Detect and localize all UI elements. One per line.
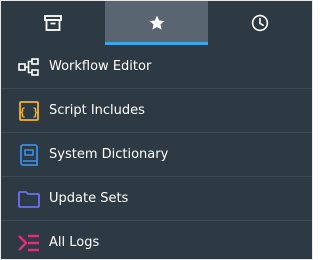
favorite-script-includes[interactable]: { } Script Includes (1, 89, 312, 133)
favorite-all-logs[interactable]: All Logs (1, 221, 312, 259)
favorite-system-dictionary[interactable]: System Dictionary (1, 133, 312, 177)
workflow-icon (18, 57, 39, 76)
clock-icon (251, 14, 269, 32)
dictionary-icon (20, 143, 38, 166)
tab-favorites[interactable] (105, 1, 208, 45)
logs-icon (18, 234, 39, 251)
archive-icon (44, 15, 62, 31)
favorite-label: Workflow Editor (49, 59, 152, 74)
favorite-label: Update Sets (49, 191, 129, 206)
favorites-panel: Workflow Editor { } Script Includes Syst… (0, 0, 313, 260)
favorite-label: System Dictionary (49, 147, 169, 162)
star-icon (149, 15, 164, 30)
favorite-label: All Logs (49, 235, 100, 250)
folder-icon (18, 190, 40, 208)
svg-text:{ }: { } (19, 105, 39, 118)
tab-history[interactable] (208, 1, 312, 45)
tab-bar (1, 1, 312, 45)
tab-archive[interactable] (1, 1, 105, 45)
favorites-list: Workflow Editor { } Script Includes Syst… (1, 45, 312, 259)
script-braces-icon: { } (19, 100, 39, 121)
favorite-workflow-editor[interactable]: Workflow Editor (1, 45, 312, 89)
favorite-update-sets[interactable]: Update Sets (1, 177, 312, 221)
favorite-label: Script Includes (49, 103, 145, 118)
